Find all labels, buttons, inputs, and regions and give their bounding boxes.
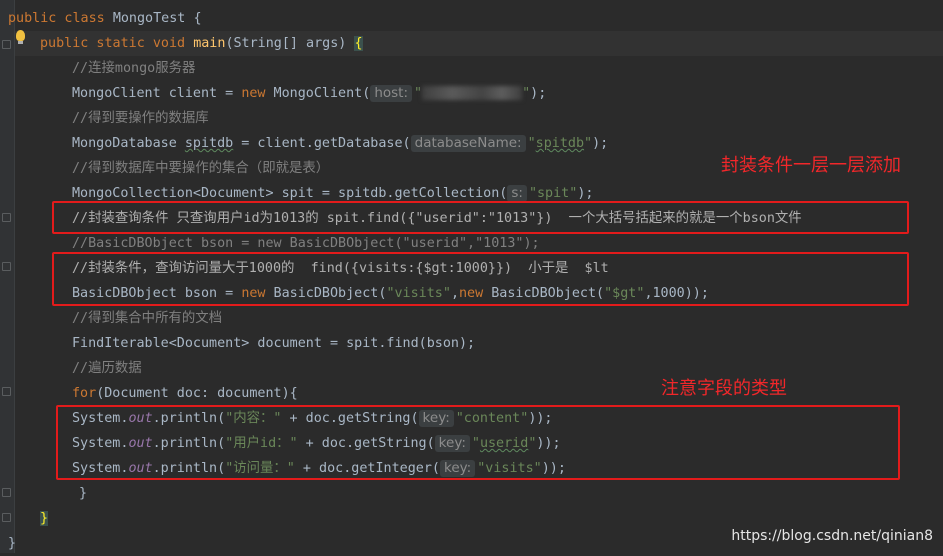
fold-marker[interactable] bbox=[2, 513, 11, 522]
code-line-find: FindIterable<Document> document = spit.f… bbox=[72, 336, 476, 351]
code-line-close-class: } bbox=[8, 536, 17, 551]
lightbulb-icon[interactable] bbox=[16, 30, 25, 44]
redacted-host bbox=[422, 86, 523, 100]
editor-gutter bbox=[0, 0, 15, 553]
code-line-main-decl: public static void main(String[] args) { bbox=[40, 36, 363, 51]
highlight-box-bson-condition bbox=[52, 252, 909, 306]
comment-iterate: //遍历数据 bbox=[72, 361, 142, 376]
fold-marker[interactable] bbox=[2, 40, 11, 49]
code-line-mongo-client: MongoClient client = new MongoClient(hos… bbox=[72, 85, 547, 102]
fold-marker[interactable] bbox=[2, 213, 11, 222]
code-line-close-for: } bbox=[79, 486, 88, 501]
param-hint: host: bbox=[370, 85, 413, 102]
code-line-get-database: MongoDatabase spitdb = client.getDatabas… bbox=[72, 135, 609, 152]
code-line-close-main: } bbox=[40, 511, 49, 526]
highlight-box-query-comment bbox=[52, 201, 909, 234]
code-line-class-decl: public class MongoTest { bbox=[8, 11, 202, 26]
watermark: https://blog.csdn.net/qinian8 bbox=[731, 528, 933, 544]
highlight-box-print-statements bbox=[56, 405, 900, 480]
param-hint: s: bbox=[507, 185, 527, 202]
fold-marker[interactable] bbox=[2, 262, 11, 271]
param-hint: databaseName: bbox=[410, 135, 526, 152]
annotation-field-type: 注意字段的类型 bbox=[661, 378, 787, 399]
comment-connect-server: //连接mongo服务器 bbox=[72, 61, 196, 76]
comment-get-documents: //得到集合中所有的文档 bbox=[72, 311, 223, 326]
fold-marker[interactable] bbox=[2, 387, 11, 396]
annotation-nested-conditions: 封装条件一层一层添加 bbox=[721, 155, 901, 176]
comment-get-collection: //得到数据库中要操作的集合（即就是表） bbox=[72, 161, 330, 176]
comment-get-database: //得到要操作的数据库 bbox=[72, 111, 209, 126]
code-line-for: for(Document doc: document){ bbox=[72, 386, 298, 401]
fold-marker[interactable] bbox=[2, 488, 11, 497]
